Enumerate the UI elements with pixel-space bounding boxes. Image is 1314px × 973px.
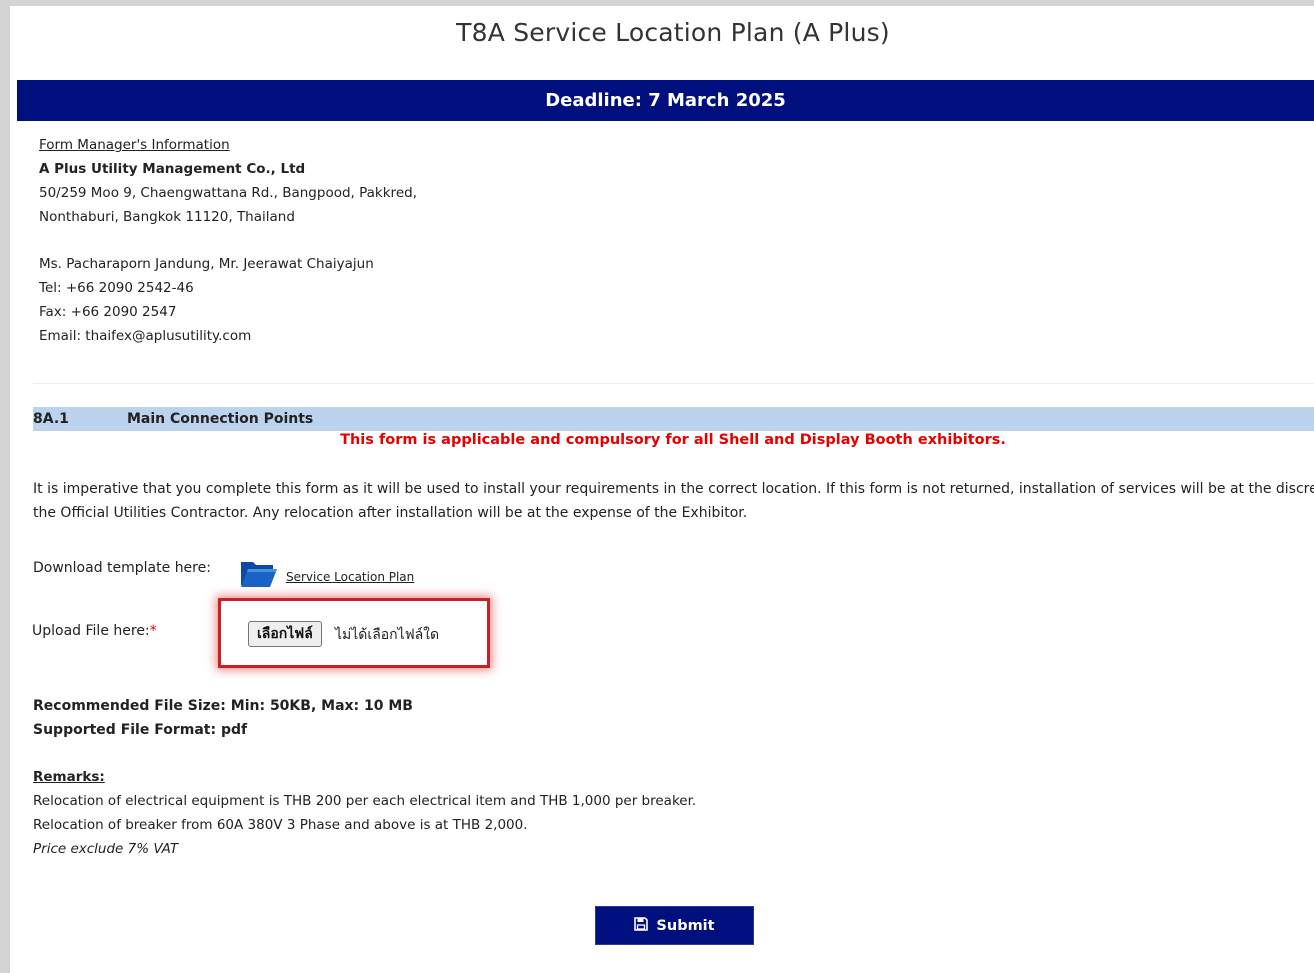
telephone: Tel: +66 2090 2542-46 — [39, 280, 194, 296]
remarks-header: Remarks: — [33, 769, 105, 785]
intro-line-1: It is imperative that you complete this … — [33, 481, 1314, 497]
page-title: T8A Service Location Plan (A Plus) — [456, 18, 890, 47]
file-requirements: Recommended File Size: Min: 50KB, Max: 1… — [33, 694, 413, 742]
download-label: Download template here: — [33, 560, 211, 576]
manager-info-header: Form Manager's Information — [39, 137, 230, 153]
divider — [33, 383, 1314, 384]
file-status-text: ไม่ได้เลือกไฟล์ใด — [335, 627, 440, 643]
address-line-1: 50/259 Moo 9, Chaengwattana Rd., Bangpoo… — [39, 185, 417, 201]
upload-label-text: Upload File here: — [32, 623, 150, 639]
service-location-plan-link[interactable]: Service Location Plan — [286, 570, 414, 584]
compulsory-warning: This form is applicable and compulsory f… — [340, 432, 1006, 448]
remarks-line-2: Relocation of breaker from 60A 380V 3 Ph… — [33, 817, 528, 833]
section-name: Main Connection Points — [127, 411, 314, 427]
required-marker: * — [149, 623, 157, 639]
upload-label: Upload File here:* — [32, 623, 157, 639]
form-manager-info: Form Manager's Information A Plus Utilit… — [39, 133, 417, 348]
email-address: thaifex@aplusutility.com — [85, 328, 252, 344]
intro-text: It is imperative that you complete this … — [33, 477, 1314, 525]
choose-file-button[interactable]: เลือกไฟล์ — [248, 621, 322, 647]
submit-label: Submit — [656, 917, 715, 934]
folder-icon[interactable] — [240, 559, 278, 593]
remarks-block: Remarks: Relocation of electrical equipm… — [33, 765, 696, 861]
vat-note: Price exclude 7% VAT — [33, 841, 179, 857]
address-line-2: Nonthaburi, Bangkok 11120, Thailand — [39, 209, 295, 225]
email-row: Email: thaifex@aplusutility.com — [39, 324, 417, 348]
deadline-banner: Deadline: 7 March 2025 — [17, 80, 1314, 121]
contact-names: Ms. Pacharaporn Jandung, Mr. Jeerawat Ch… — [39, 256, 374, 272]
page-container: T8A Service Location Plan (A Plus) Deadl… — [10, 6, 1314, 973]
section-number: 8A.1 — [33, 411, 69, 427]
file-format-info: Supported File Format: pdf — [33, 722, 248, 738]
company-name: A Plus Utility Management Co., Ltd — [39, 161, 306, 177]
remarks-line-1: Relocation of electrical equipment is TH… — [33, 793, 697, 809]
file-size-info: Recommended File Size: Min: 50KB, Max: 1… — [33, 698, 413, 714]
email-label: Email: — [39, 328, 86, 344]
submit-button[interactable]: Submit — [595, 906, 754, 945]
fax: Fax: +66 2090 2547 — [39, 304, 177, 320]
intro-line-2: the Official Utilities Contractor. Any r… — [33, 505, 748, 521]
save-icon — [634, 916, 649, 935]
section-header: 8A.1 Main Connection Points — [33, 407, 1314, 431]
